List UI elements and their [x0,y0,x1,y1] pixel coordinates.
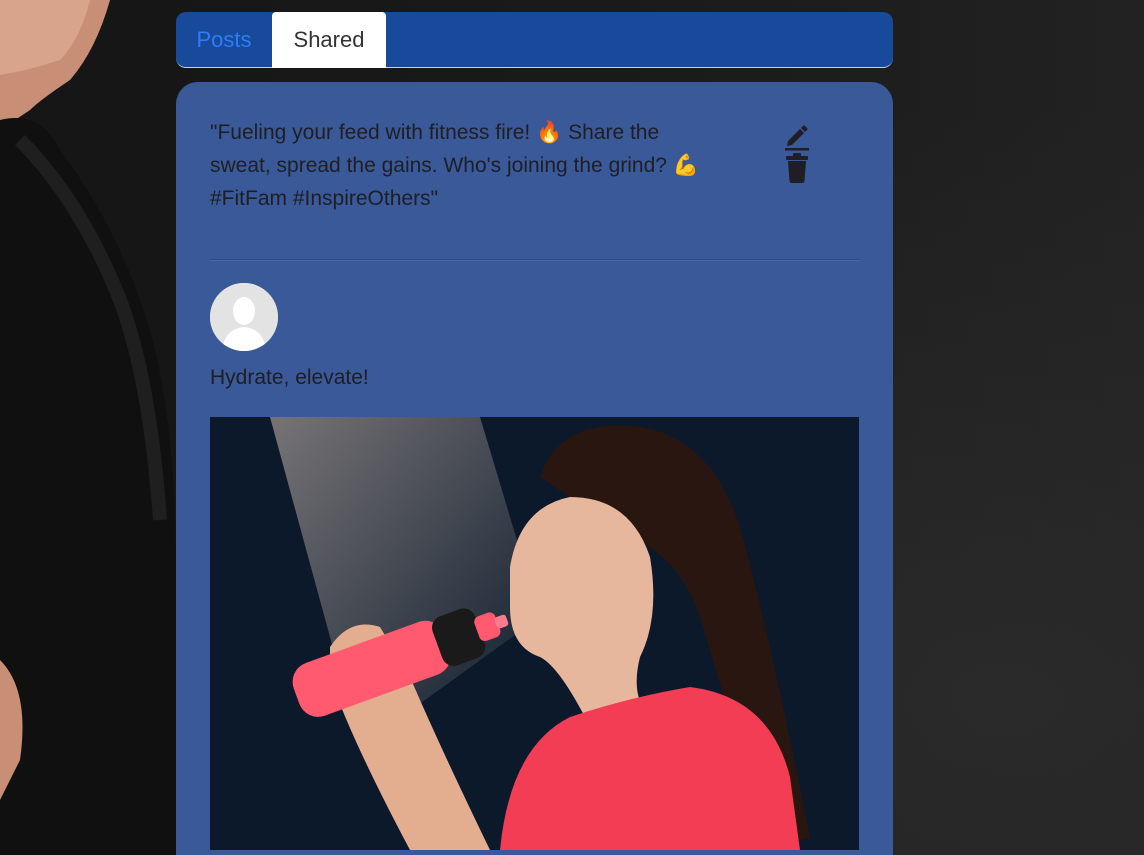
tab-posts[interactable]: Posts [176,12,272,68]
delete-button[interactable] [782,152,812,184]
share-caption: "Fueling your feed with fitness fire! 🔥 … [210,121,699,210]
pencil-icon [785,125,809,151]
post-text: Hydrate, elevate! [210,366,369,389]
photo-woman-drinking-icon [210,417,859,850]
post-image[interactable] [210,417,859,850]
edit-button[interactable] [782,120,812,152]
user-avatar[interactable] [210,283,278,351]
trash-icon [786,153,808,183]
background-athlete-figure [0,0,190,855]
default-user-avatar-icon [210,283,278,351]
post-actions [782,120,812,184]
shared-post-card: "Fueling your feed with fitness fire! 🔥 … [176,82,893,855]
tab-shared[interactable]: Shared [272,12,386,68]
divider [210,259,859,261]
tabs-bar: Posts Shared [176,12,893,68]
